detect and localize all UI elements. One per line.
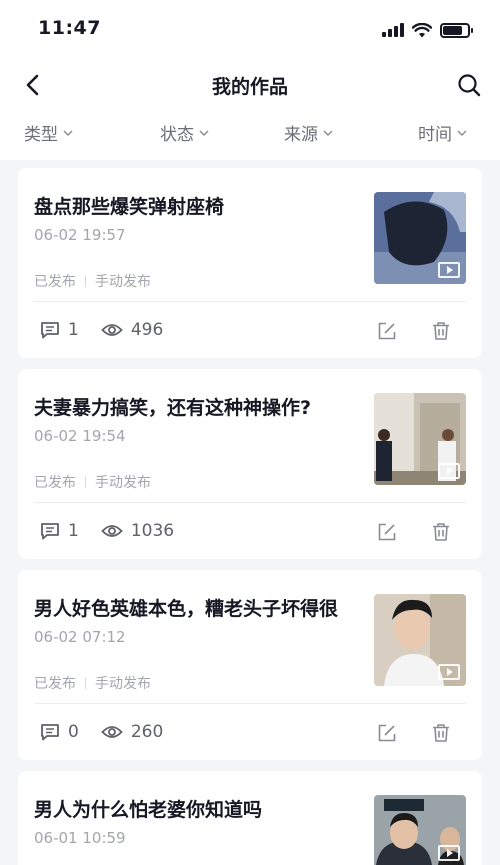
work-actions bbox=[376, 320, 452, 342]
work-title: 夫妻暴力搞笑，还有这种神操作? bbox=[34, 397, 312, 419]
divider bbox=[34, 301, 466, 302]
separator bbox=[85, 476, 86, 488]
publish-status: 已发布 bbox=[34, 274, 76, 290]
edit-button[interactable] bbox=[376, 722, 398, 744]
comment-icon bbox=[41, 523, 59, 540]
cellular-signal-icon bbox=[382, 23, 404, 37]
edit-icon bbox=[378, 523, 396, 541]
work-date: 06-01 10:59 bbox=[34, 829, 126, 847]
work-date: 06-02 19:57 bbox=[34, 226, 126, 244]
comment-value: 0 bbox=[68, 722, 79, 742]
comment-value: 1 bbox=[68, 320, 79, 340]
filter-label: 类型 bbox=[24, 125, 58, 145]
publish-source: 手动发布 bbox=[95, 676, 151, 692]
work-card[interactable]: 夫妻暴力搞笑，还有这种神操作? 06-02 19:54 已发布 手动发布 1 1… bbox=[18, 369, 482, 559]
work-metrics: 0 260 bbox=[40, 722, 185, 742]
publish-source: 手动发布 bbox=[95, 274, 151, 290]
work-title: 盘点那些爆笑弹射座椅 bbox=[34, 196, 225, 218]
filter-time[interactable]: 时间 bbox=[418, 120, 468, 145]
view-value: 1036 bbox=[130, 521, 175, 541]
video-icon bbox=[438, 262, 460, 278]
battery-icon bbox=[440, 22, 473, 38]
system-icons bbox=[382, 20, 473, 40]
work-title: 男人为什么怕老婆你知道吗 bbox=[34, 799, 263, 821]
filter-source[interactable]: 来源 bbox=[284, 120, 334, 145]
video-thumbnail[interactable] bbox=[374, 393, 466, 485]
video-icon bbox=[438, 845, 460, 861]
status-bar: 11:47 bbox=[0, 0, 500, 60]
divider bbox=[34, 703, 466, 704]
work-actions bbox=[376, 722, 452, 744]
edit-button[interactable] bbox=[376, 521, 398, 543]
separator bbox=[85, 677, 86, 689]
work-card[interactable]: 男人为什么怕老婆你知道吗 06-01 10:59 bbox=[18, 771, 482, 865]
chevron-down-icon bbox=[199, 130, 209, 136]
status-time: 11:47 bbox=[38, 17, 101, 39]
work-actions bbox=[376, 521, 452, 543]
comment-value: 1 bbox=[68, 521, 79, 541]
comment-count[interactable]: 0 bbox=[40, 722, 79, 742]
delete-button[interactable] bbox=[430, 722, 452, 744]
nav-bar: 我的作品 bbox=[0, 60, 500, 110]
filter-bar: 类型 状态 来源 时间 bbox=[0, 112, 500, 152]
work-status-row: 已发布 手动发布 bbox=[34, 673, 151, 693]
trash-icon bbox=[433, 322, 449, 340]
publish-status: 已发布 bbox=[34, 475, 76, 491]
chevron-down-icon bbox=[323, 130, 333, 136]
edit-icon bbox=[378, 724, 396, 742]
work-date: 06-02 07:12 bbox=[34, 628, 126, 646]
work-card[interactable]: 盘点那些爆笑弹射座椅 06-02 19:57 已发布 手动发布 1 496 bbox=[18, 168, 482, 358]
filter-label: 时间 bbox=[418, 125, 452, 145]
video-thumbnail[interactable] bbox=[374, 594, 466, 686]
work-title: 男人好色英雄本色，糟老头子坏得很 bbox=[34, 598, 339, 620]
edit-button[interactable] bbox=[376, 320, 398, 342]
separator bbox=[85, 275, 86, 287]
eye-icon bbox=[101, 525, 123, 537]
work-status-row: 已发布 手动发布 bbox=[34, 472, 151, 492]
eye-icon bbox=[101, 726, 123, 738]
work-date: 06-02 19:54 bbox=[34, 427, 126, 445]
view-count: 496 bbox=[101, 320, 163, 340]
header: 11:47 我的作品 类型 状态 来源 时间 bbox=[0, 0, 500, 160]
video-icon bbox=[438, 463, 460, 479]
video-thumbnail[interactable] bbox=[374, 795, 466, 865]
divider bbox=[34, 502, 466, 503]
filter-label: 来源 bbox=[284, 125, 318, 145]
view-count: 260 bbox=[101, 722, 163, 742]
comment-icon bbox=[41, 724, 59, 741]
page-title: 我的作品 bbox=[211, 76, 288, 98]
eye-icon bbox=[101, 324, 123, 336]
delete-button[interactable] bbox=[430, 320, 452, 342]
filter-status[interactable]: 状态 bbox=[160, 120, 210, 145]
work-card[interactable]: 男人好色英雄本色，糟老头子坏得很 06-02 07:12 已发布 手动发布 0 bbox=[18, 570, 482, 760]
work-metrics: 1 1036 bbox=[40, 521, 196, 541]
delete-button[interactable] bbox=[430, 521, 452, 543]
search-button[interactable] bbox=[454, 70, 484, 100]
view-value: 260 bbox=[130, 722, 164, 742]
chevron-down-icon bbox=[63, 130, 73, 136]
publish-source: 手动发布 bbox=[95, 475, 151, 491]
filter-type[interactable]: 类型 bbox=[24, 120, 74, 145]
edit-icon bbox=[378, 322, 396, 340]
filter-label: 状态 bbox=[160, 125, 194, 145]
view-count: 1036 bbox=[101, 521, 174, 541]
work-metrics: 1 496 bbox=[40, 320, 185, 340]
video-icon bbox=[438, 664, 460, 680]
trash-icon bbox=[433, 724, 449, 742]
search-icon bbox=[458, 74, 481, 97]
trash-icon bbox=[433, 523, 449, 541]
comment-count[interactable]: 1 bbox=[40, 521, 79, 541]
publish-status: 已发布 bbox=[34, 676, 76, 692]
comment-icon bbox=[41, 322, 59, 339]
video-thumbnail[interactable] bbox=[374, 192, 466, 284]
view-value: 496 bbox=[130, 320, 164, 340]
wifi-icon bbox=[412, 22, 432, 37]
work-status-row: 已发布 手动发布 bbox=[34, 271, 151, 291]
chevron-down-icon bbox=[457, 130, 467, 136]
comment-count[interactable]: 1 bbox=[40, 320, 79, 340]
